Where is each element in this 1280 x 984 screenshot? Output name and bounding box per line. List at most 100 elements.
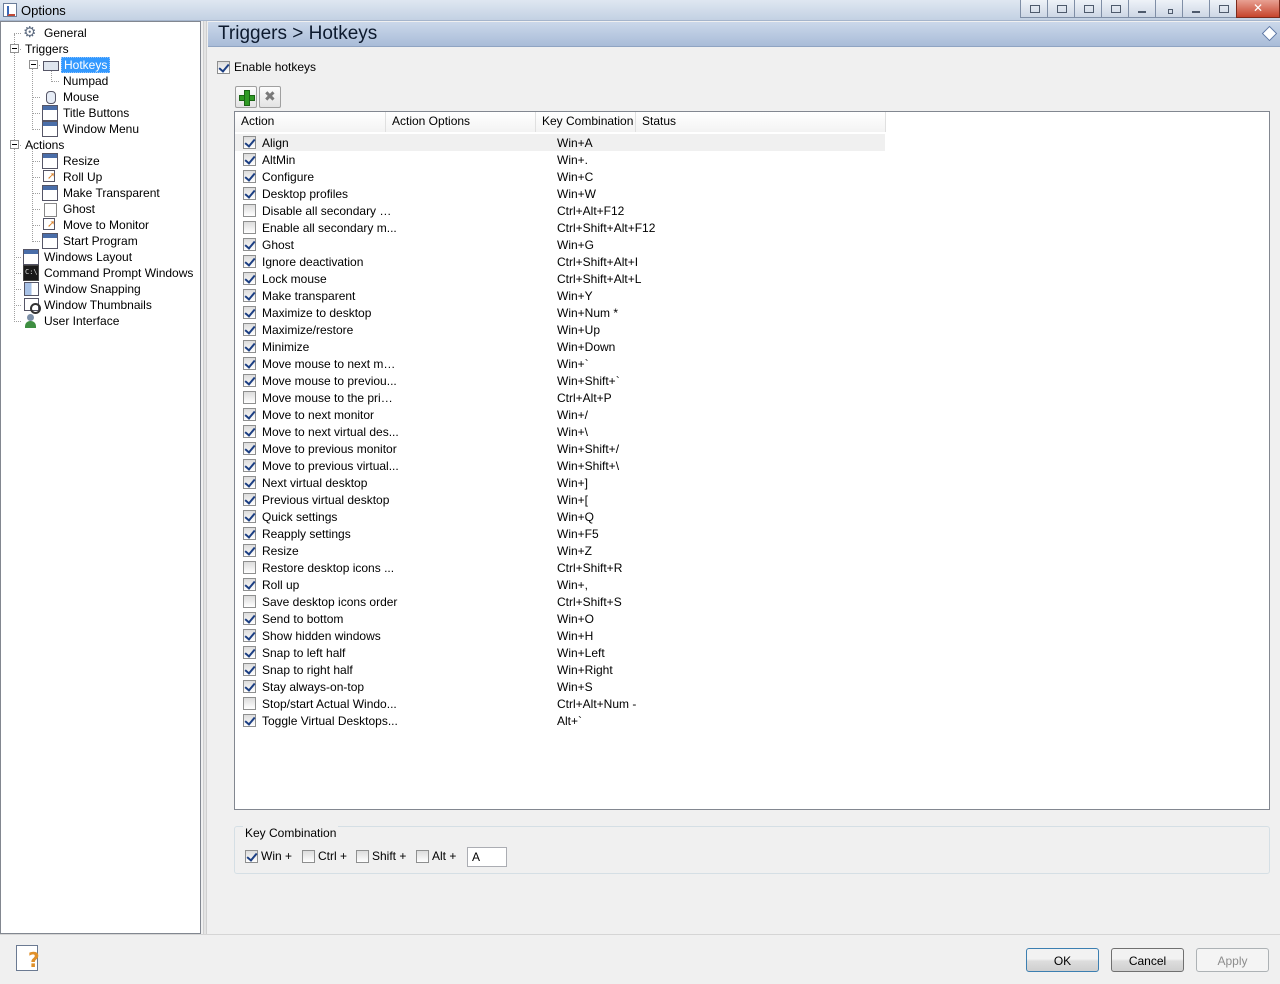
table-row[interactable]: Lock mouse Ctrl+Shift+Alt+L [235, 270, 885, 287]
roll-up-icon[interactable] [1101, 0, 1129, 18]
row-enabled-checkbox[interactable] [243, 391, 256, 404]
nav-item-resize[interactable]: Resize [42, 153, 102, 169]
enable-hotkeys-row[interactable]: Enable hotkeys [217, 60, 316, 74]
nav-item-numpad[interactable]: Numpad [61, 73, 110, 89]
tree-collapse-icon[interactable] [10, 140, 19, 149]
table-row[interactable]: Move to next virtual des... Win+\ [235, 423, 885, 440]
row-enabled-checkbox[interactable] [243, 357, 256, 370]
table-row[interactable]: Maximize to desktop Win+Num * [235, 304, 885, 321]
table-row[interactable]: Reapply settings Win+F5 [235, 525, 885, 542]
row-enabled-checkbox[interactable] [243, 680, 256, 693]
table-row[interactable]: Snap to left half Win+Left [235, 644, 885, 661]
table-row[interactable]: Next virtual desktop Win+] [235, 474, 885, 491]
row-enabled-checkbox[interactable] [243, 255, 256, 268]
nav-item-actions[interactable]: Actions [23, 137, 66, 153]
row-enabled-checkbox[interactable] [243, 459, 256, 472]
table-row[interactable]: Show hidden windows Win+H [235, 627, 885, 644]
column-header-action-options[interactable]: Action Options [386, 112, 536, 132]
table-row[interactable]: Previous virtual desktop Win+[ [235, 491, 885, 508]
transparency-icon[interactable] [1074, 0, 1102, 18]
row-enabled-checkbox[interactable] [243, 221, 256, 234]
row-enabled-checkbox[interactable] [243, 629, 256, 642]
alt-modifier[interactable]: Alt + [416, 849, 456, 863]
table-row[interactable]: Move to previous virtual... Win+Shift+\ [235, 457, 885, 474]
row-enabled-checkbox[interactable] [243, 170, 256, 183]
row-enabled-checkbox[interactable] [243, 136, 256, 149]
table-row[interactable]: Align Win+A [235, 134, 885, 151]
ok-button[interactable]: OK [1026, 948, 1099, 972]
row-enabled-checkbox[interactable] [243, 493, 256, 506]
table-row[interactable]: Configure Win+C [235, 168, 885, 185]
column-header-key-combination[interactable]: Key Combination [536, 112, 636, 132]
nav-item-general[interactable]: General [23, 23, 89, 41]
row-enabled-checkbox[interactable] [243, 238, 256, 251]
enable-hotkeys-checkbox[interactable] [217, 60, 230, 74]
row-enabled-checkbox[interactable] [243, 425, 256, 438]
table-row[interactable]: Ignore deactivation Ctrl+Shift+Alt+I [235, 253, 885, 270]
nav-item-triggers[interactable]: Triggers [23, 41, 71, 57]
nav-item-command-prompt-windows[interactable]: Command Prompt Windows [23, 265, 195, 281]
help-icon[interactable] [14, 944, 46, 974]
table-row[interactable]: Move mouse to previou... Win+Shift+` [235, 372, 885, 389]
move-to-monitor-icon[interactable] [1047, 0, 1075, 18]
nav-item-start-program[interactable]: Start Program [42, 233, 140, 249]
row-enabled-checkbox[interactable] [243, 697, 256, 710]
minimize-button[interactable] [1182, 0, 1210, 18]
maximize-button[interactable] [1209, 0, 1237, 18]
table-row[interactable]: Stay always-on-top Win+S [235, 678, 885, 695]
nav-item-move-to-monitor[interactable]: Move to Monitor [42, 217, 151, 233]
table-row[interactable]: Move mouse to next mo... Win+` [235, 355, 885, 372]
row-enabled-checkbox[interactable] [243, 306, 256, 319]
nav-item-title-buttons[interactable]: Title Buttons [42, 105, 131, 121]
nav-item-windows-layout[interactable]: Windows Layout [23, 249, 134, 265]
table-row[interactable]: Maximize/restore Win+Up [235, 321, 885, 338]
table-row[interactable]: Stop/start Actual Windo... Ctrl+Alt+Num - [235, 695, 885, 712]
row-enabled-checkbox[interactable] [243, 578, 256, 591]
table-row[interactable]: Enable all secondary m... Ctrl+Shift+Alt+… [235, 219, 885, 236]
row-enabled-checkbox[interactable] [243, 714, 256, 727]
table-row[interactable]: Make transparent Win+Y [235, 287, 885, 304]
row-enabled-checkbox[interactable] [243, 374, 256, 387]
nav-item-window-thumbnails[interactable]: Window Thumbnails [23, 297, 154, 314]
table-row[interactable]: Save desktop icons order Ctrl+Shift+S [235, 593, 885, 610]
ctrl-checkbox[interactable] [302, 849, 315, 863]
shift-modifier[interactable]: Shift + [356, 849, 406, 863]
row-enabled-checkbox[interactable] [243, 646, 256, 659]
row-enabled-checkbox[interactable] [243, 561, 256, 574]
row-enabled-checkbox[interactable] [243, 204, 256, 217]
column-header-action[interactable]: Action [235, 112, 386, 132]
row-enabled-checkbox[interactable] [243, 187, 256, 200]
column-header-status[interactable]: Status [636, 112, 886, 132]
apply-button[interactable]: Apply [1196, 948, 1269, 972]
row-enabled-checkbox[interactable] [243, 663, 256, 676]
nav-item-ghost[interactable]: Ghost [42, 201, 97, 217]
table-row[interactable]: Ghost Win+G [235, 236, 885, 253]
ctrl-modifier[interactable]: Ctrl + [302, 849, 347, 863]
row-enabled-checkbox[interactable] [243, 544, 256, 557]
row-enabled-checkbox[interactable] [243, 476, 256, 489]
pin-icon[interactable] [1020, 0, 1048, 18]
panel-splitter[interactable] [203, 21, 207, 934]
table-row[interactable]: Minimize Win+Down [235, 338, 885, 355]
table-row[interactable]: Move to next monitor Win+/ [235, 406, 885, 423]
add-hotkey-button[interactable] [235, 86, 257, 108]
nav-item-user-interface[interactable]: User Interface [23, 313, 121, 329]
row-enabled-checkbox[interactable] [243, 340, 256, 353]
table-row[interactable]: Quick settings Win+Q [235, 508, 885, 525]
cancel-button[interactable]: Cancel [1111, 948, 1184, 972]
row-enabled-checkbox[interactable] [243, 595, 256, 608]
minimize-to-tray-icon[interactable] [1155, 0, 1183, 18]
row-enabled-checkbox[interactable] [243, 153, 256, 166]
minimize-alt-icon[interactable] [1128, 0, 1156, 18]
table-row[interactable]: Roll up Win+, [235, 576, 885, 593]
win-modifier[interactable]: Win + [245, 849, 292, 863]
table-row[interactable]: Resize Win+Z [235, 542, 885, 559]
table-row[interactable]: Move mouse to the prim... Ctrl+Alt+P [235, 389, 885, 406]
table-row[interactable]: Send to bottom Win+O [235, 610, 885, 627]
nav-item-roll-up[interactable]: Roll Up [42, 169, 104, 185]
key-input[interactable] [467, 847, 507, 867]
row-enabled-checkbox[interactable] [243, 527, 256, 540]
row-enabled-checkbox[interactable] [243, 408, 256, 421]
table-row[interactable]: Disable all secondary m... Ctrl+Alt+F12 [235, 202, 885, 219]
table-row[interactable]: Move to previous monitor Win+Shift+/ [235, 440, 885, 457]
